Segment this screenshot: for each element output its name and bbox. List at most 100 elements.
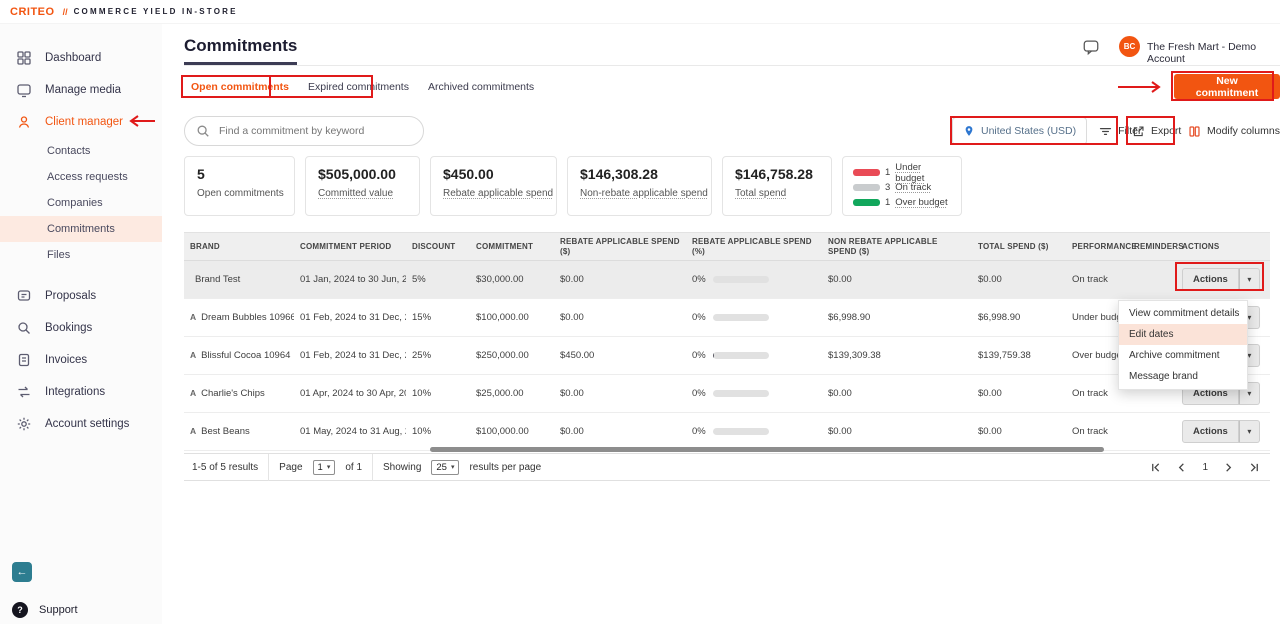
row-actions-button[interactable]: Actions▾ bbox=[1182, 268, 1260, 291]
criteo-logo: CRITEO bbox=[10, 6, 55, 18]
export-icon bbox=[1132, 125, 1145, 138]
sidebar-item-manage-media[interactable]: Manage media bbox=[0, 74, 162, 106]
stat-card-total-spend: $146,758.28 Total spend bbox=[722, 156, 832, 216]
per-page-label: results per page bbox=[469, 462, 541, 473]
main-content: Commitments BC The Fresh Mart - Demo Acc… bbox=[162, 24, 1280, 624]
receipt-icon bbox=[16, 352, 32, 368]
cell-non-rebate-spend: $0.00 bbox=[822, 413, 972, 451]
sidebar-collapse-button[interactable]: ← bbox=[12, 562, 32, 582]
divider bbox=[372, 454, 373, 481]
performance-legend: 1 Under budget 3 On track 1 Over budget bbox=[842, 156, 962, 216]
cell-rebate-spend: $0.00 bbox=[554, 375, 686, 413]
region-filter-group: United States (USD) Filter bbox=[952, 117, 1141, 145]
sidebar-item-bookings[interactable]: Bookings bbox=[0, 312, 162, 344]
search-box bbox=[184, 116, 424, 146]
export-button[interactable]: Export bbox=[1132, 117, 1181, 145]
chat-bubble-icon[interactable] bbox=[1082, 38, 1100, 61]
cell-reminders bbox=[1128, 261, 1176, 299]
tab-expired-commitments[interactable]: Expired commitments bbox=[303, 81, 414, 93]
pagination-bar: 1-5 of 5 results Page 1▾ of 1 Showing 25… bbox=[184, 453, 1270, 481]
current-page[interactable]: 1 bbox=[1202, 462, 1208, 473]
tab-archived-commitments[interactable]: Archived commitments bbox=[423, 81, 539, 93]
brand-avatar: A bbox=[190, 426, 196, 436]
tab-bar: Open commitments Expired commitments Arc… bbox=[186, 76, 539, 98]
horizontal-scrollbar[interactable] bbox=[430, 447, 1104, 452]
cell-rebate-spend: $0.00 bbox=[554, 299, 686, 337]
brand-avatar: A bbox=[190, 350, 196, 360]
sidebar-item-proposals[interactable]: Proposals bbox=[0, 280, 162, 312]
top-bar: CRITEO // COMMERCE YIELD IN-STORE bbox=[0, 0, 1280, 24]
sidebar-sublabel: Companies bbox=[47, 197, 103, 209]
sidebar-item-client-manager[interactable]: Client manager bbox=[0, 106, 162, 138]
chevron-down-icon: ▾ bbox=[327, 463, 331, 471]
row-actions-button[interactable]: Actions▾ bbox=[1182, 420, 1260, 443]
sidebar-item-dashboard[interactable]: Dashboard bbox=[0, 42, 162, 74]
stat-card-rebate-spend: $450.00 Rebate applicable spend bbox=[430, 156, 557, 216]
sidebar-item-commitments[interactable]: Commitments bbox=[0, 216, 162, 242]
account-avatar[interactable]: BC bbox=[1119, 36, 1140, 57]
table-row: ADream Bubbles 10966 01 Feb, 2024 to 31 … bbox=[184, 299, 1270, 337]
sidebar-label: Bookings bbox=[45, 322, 92, 334]
cell-commitment: $25,000.00 bbox=[470, 375, 554, 413]
modify-columns-button[interactable]: Modify columns bbox=[1188, 117, 1280, 145]
legend-count: 1 bbox=[885, 197, 890, 208]
tab-open-commitments[interactable]: Open commitments bbox=[186, 81, 294, 93]
legend-pill-red bbox=[853, 169, 880, 176]
cell-discount: 25% bbox=[406, 337, 470, 375]
sidebar-item-account-settings[interactable]: Account settings bbox=[0, 408, 162, 440]
chevron-down-icon[interactable]: ▾ bbox=[1239, 420, 1260, 443]
stat-value: $146,758.28 bbox=[735, 166, 819, 182]
page-select[interactable]: 1▾ bbox=[313, 460, 336, 475]
sidebar-item-files[interactable]: Files bbox=[0, 242, 162, 268]
legend-label: On track bbox=[895, 182, 931, 193]
sidebar-sublabel: Commitments bbox=[47, 223, 115, 235]
region-selector[interactable]: United States (USD) bbox=[952, 117, 1087, 145]
legend-label: Over budget bbox=[895, 197, 947, 208]
search-icon bbox=[196, 124, 210, 138]
sidebar-item-integrations[interactable]: Integrations bbox=[0, 376, 162, 408]
cell-rebate-pct: 0% bbox=[686, 375, 822, 413]
previous-page-icon[interactable] bbox=[1176, 462, 1187, 473]
modify-columns-label: Modify columns bbox=[1207, 125, 1280, 137]
table-row: ACharlie's Chips 01 Apr, 2024 to 30 Apr,… bbox=[184, 375, 1270, 413]
menu-item-edit-dates[interactable]: Edit dates bbox=[1119, 324, 1247, 345]
cell-actions: Actions▾ bbox=[1176, 261, 1270, 299]
cell-non-rebate-spend: $139,309.38 bbox=[822, 337, 972, 375]
cell-period: 01 Feb, 2024 to 31 Dec, 2024 bbox=[294, 337, 406, 375]
sidebar-label: Client manager bbox=[45, 116, 123, 128]
legend-over-budget: 1 Over budget bbox=[853, 195, 951, 210]
brand-avatar: A bbox=[190, 312, 196, 322]
column-header-non-rebate-spend: Non rebate applicable spend ($) bbox=[822, 233, 972, 261]
results-count: 1-5 of 5 results bbox=[192, 462, 258, 473]
sidebar-item-invoices[interactable]: Invoices bbox=[0, 344, 162, 376]
new-commitment-button[interactable]: New commitment bbox=[1174, 74, 1280, 99]
table-row: Brand Test 01 Jan, 2024 to 30 Jun, 2024 … bbox=[184, 261, 1270, 299]
stat-label: Committed value bbox=[318, 188, 393, 199]
menu-item-view-details[interactable]: View commitment details bbox=[1119, 303, 1247, 324]
grid-icon bbox=[16, 50, 32, 66]
menu-item-message-brand[interactable]: Message brand bbox=[1119, 366, 1247, 387]
sidebar-item-contacts[interactable]: Contacts bbox=[0, 138, 162, 164]
stat-value: $146,308.28 bbox=[580, 166, 699, 182]
last-page-icon[interactable] bbox=[1249, 462, 1260, 473]
sidebar-item-companies[interactable]: Companies bbox=[0, 190, 162, 216]
cell-brand: ABlissful Cocoa 10964 bbox=[184, 337, 294, 375]
sidebar-label: Account settings bbox=[45, 418, 129, 430]
chevron-down-icon[interactable]: ▾ bbox=[1239, 268, 1260, 291]
page-size-select[interactable]: 25▾ bbox=[431, 460, 459, 475]
cell-total-spend: $0.00 bbox=[972, 413, 1066, 451]
actions-dropdown-menu: View commitment details Edit dates Archi… bbox=[1118, 300, 1248, 390]
cell-commitment: $100,000.00 bbox=[470, 413, 554, 451]
column-header-discount: Discount bbox=[406, 233, 470, 261]
account-name[interactable]: The Fresh Mart - Demo Account bbox=[1147, 41, 1280, 65]
support-label: Support bbox=[39, 604, 78, 616]
sidebar-item-access-requests[interactable]: Access requests bbox=[0, 164, 162, 190]
filter-icon bbox=[1099, 125, 1112, 138]
search-input[interactable] bbox=[184, 116, 424, 146]
first-page-icon[interactable] bbox=[1150, 462, 1161, 473]
table-header-row: Brand Commitment period Discount Commitm… bbox=[184, 233, 1270, 261]
support-link[interactable]: ? Support bbox=[12, 602, 78, 618]
next-page-icon[interactable] bbox=[1223, 462, 1234, 473]
menu-item-archive[interactable]: Archive commitment bbox=[1119, 345, 1247, 366]
cell-rebate-pct: 0% bbox=[686, 299, 822, 337]
